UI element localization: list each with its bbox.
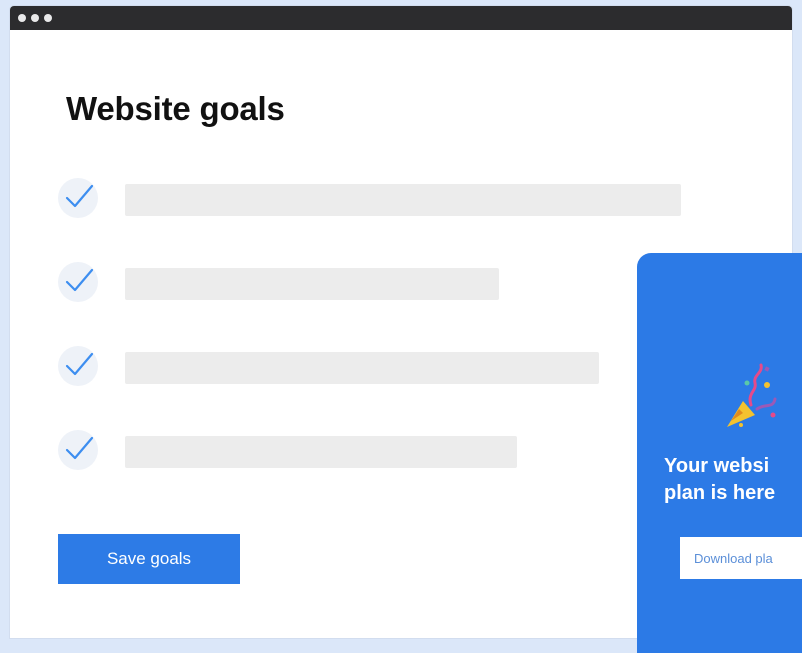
promo-title-line-2: plan is here (664, 482, 776, 504)
page-title: Website goals (66, 90, 285, 127)
goal-item (58, 262, 698, 302)
window-dot-close[interactable] (18, 14, 26, 22)
checkmark-icon[interactable] (58, 430, 98, 470)
checkmark-icon[interactable] (58, 262, 98, 302)
goal-item (58, 346, 698, 386)
plan-ready-card: Your websi plan is here Download pla (637, 253, 802, 653)
goal-item (58, 178, 698, 218)
window-dot-maximize[interactable] (44, 14, 52, 22)
checkmark-icon[interactable] (58, 178, 98, 218)
save-goals-button[interactable]: Save goals (58, 534, 240, 584)
goal-item (58, 430, 698, 470)
window-titlebar (10, 6, 792, 30)
party-popper-icon (721, 361, 781, 436)
checkmark-icon[interactable] (58, 346, 98, 386)
window-dot-minimize[interactable] (31, 14, 39, 22)
goal-text-placeholder (125, 436, 517, 468)
download-plan-button[interactable]: Download pla (680, 537, 802, 579)
goal-text-placeholder (125, 184, 681, 216)
goal-text-placeholder (125, 268, 499, 300)
promo-title-line-1: Your websi (664, 455, 770, 477)
promo-title: Your websi plan is here (664, 453, 802, 507)
goal-text-placeholder (125, 352, 599, 384)
